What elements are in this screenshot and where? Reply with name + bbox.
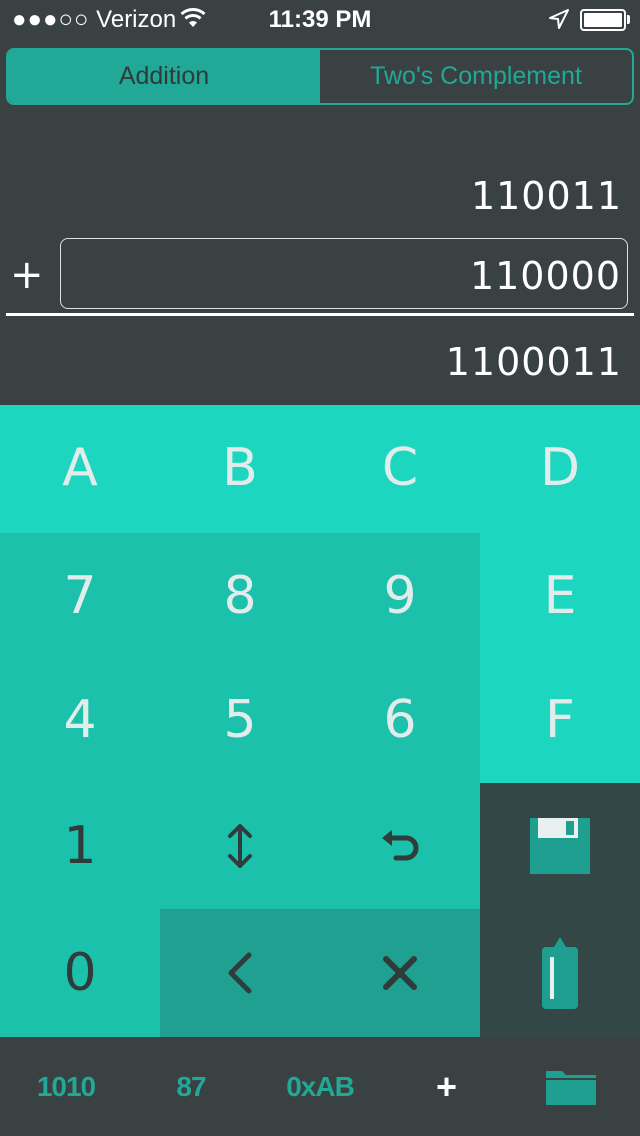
key-6[interactable]: 6: [320, 657, 480, 783]
backspace-button[interactable]: [160, 909, 320, 1037]
mode-segmented-control: Addition Two's Complement: [6, 48, 634, 105]
battery-tip: [627, 15, 630, 24]
tab-operation[interactable]: +: [390, 1037, 502, 1136]
tab-binary[interactable]: 1010: [0, 1037, 132, 1136]
key-4[interactable]: 4: [0, 657, 160, 783]
key-a[interactable]: A: [0, 405, 160, 531]
bottom-bar: 1010 87 0xAB +: [0, 1037, 640, 1136]
operator-sign: +: [10, 252, 44, 298]
key-d[interactable]: D: [480, 405, 640, 531]
floppy-disk-icon: [530, 818, 590, 874]
chevron-left-icon: [228, 952, 252, 994]
sum-divider: [6, 313, 634, 316]
key-9[interactable]: 9: [320, 533, 480, 659]
paste-button[interactable]: [480, 909, 640, 1037]
result-value: 1100011: [445, 340, 622, 384]
tab-files[interactable]: [502, 1037, 640, 1136]
folder-icon: [546, 1070, 596, 1105]
status-bar: ●●●○○ Verizon 11:39 PM: [0, 0, 640, 40]
key-e[interactable]: E: [480, 533, 640, 659]
paste-bottle-icon: [542, 937, 578, 1009]
undo-icon: [382, 830, 419, 861]
battery-icon: [580, 9, 626, 31]
keypad: A B C D 7 8 9 E 4 5 6 F 1 0: [0, 405, 640, 1037]
key-7[interactable]: 7: [0, 533, 160, 659]
key-b[interactable]: B: [160, 405, 320, 531]
key-8[interactable]: 8: [160, 533, 320, 659]
key-5[interactable]: 5: [160, 657, 320, 783]
save-button[interactable]: [480, 783, 640, 909]
clear-button[interactable]: [320, 909, 480, 1037]
key-f[interactable]: F: [480, 657, 640, 783]
operand-2-value: 110000: [469, 254, 621, 298]
key-0[interactable]: 0: [0, 909, 160, 1037]
segment-twos-complement[interactable]: Two's Complement: [320, 50, 632, 103]
tab-decimal[interactable]: 87: [132, 1037, 250, 1136]
swap-button[interactable]: [160, 783, 320, 909]
operand-2-field[interactable]: 110000: [60, 238, 628, 309]
operand-1[interactable]: 110011: [471, 174, 622, 218]
swap-vertical-icon: [228, 824, 252, 868]
segment-addition[interactable]: Addition: [8, 50, 320, 103]
location-arrow-icon: [549, 9, 569, 29]
tab-hex[interactable]: 0xAB: [250, 1037, 390, 1136]
clock: 11:39 PM: [268, 6, 372, 33]
undo-button[interactable]: [320, 783, 480, 909]
key-1[interactable]: 1: [0, 783, 160, 909]
key-c[interactable]: C: [320, 405, 480, 531]
times-icon: [383, 956, 417, 990]
